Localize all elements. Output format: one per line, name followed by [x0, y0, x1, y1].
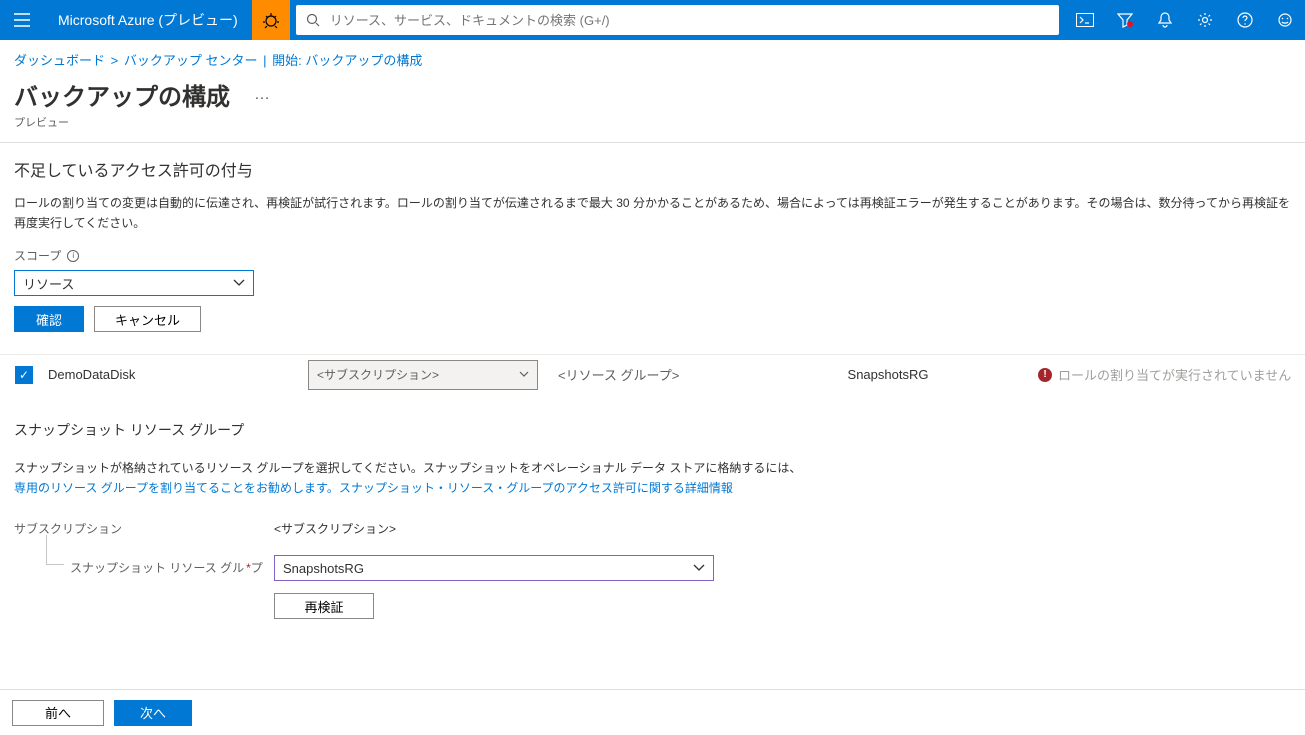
row-subscription-cell: <サブスクリプション>: [308, 360, 558, 390]
breadcrumb-backup-center[interactable]: バックアップ センター: [124, 53, 258, 68]
snapshot-rg-field: SnapshotsRG 再検証: [274, 555, 714, 619]
scope-label-text: スコープ: [14, 247, 61, 264]
row-subscription-value: <サブスクリプション>: [317, 366, 439, 383]
page-title: バックアップの構成: [14, 77, 230, 112]
row-snapshot-rg: SnapshotsRG: [738, 367, 1038, 382]
snapshot-rg-label: スナップショット リソース グル*プ: [14, 555, 274, 619]
row-name: DemoDataDisk: [48, 367, 308, 382]
cancel-button[interactable]: キャンセル: [94, 306, 201, 332]
row-status-text: ロールの割り当てが実行されていません: [1058, 365, 1291, 384]
breadcrumb-sep: >: [111, 53, 119, 68]
scope-select[interactable]: リソース: [14, 270, 254, 296]
menu-toggle[interactable]: [0, 0, 44, 40]
title-row: バックアップの構成 …: [0, 75, 1305, 114]
chevron-down-icon: [519, 371, 529, 378]
breadcrumb-dashboard[interactable]: ダッシュボード: [14, 53, 105, 68]
scope-label: スコープ i: [14, 247, 1291, 264]
snapshot-description: スナップショットが格納されているリソース グループを選択してください。スナップシ…: [14, 458, 1291, 498]
permissions-body: ロールの割り当ての変更は自動的に伝達され、再検証が試行されます。ロールの割り当て…: [14, 193, 1291, 233]
cloud-shell-icon[interactable]: [1065, 0, 1105, 40]
prev-button[interactable]: 前へ: [12, 700, 104, 726]
title-more-icon[interactable]: …: [254, 86, 272, 104]
top-icons: [1065, 0, 1305, 40]
row-checkbox[interactable]: ✓: [15, 366, 33, 384]
row-resource-group: <リソース グループ>: [558, 365, 738, 384]
row-status: ! ロールの割り当てが実行されていません: [1038, 365, 1291, 384]
subscription-label: サブスクリプション: [14, 516, 274, 537]
chevron-down-icon: [693, 564, 705, 572]
error-icon: !: [1038, 368, 1052, 382]
tree-line-icon: [46, 535, 64, 565]
breadcrumb-sep: |: [263, 53, 266, 68]
scope-value: リソース: [23, 274, 74, 293]
search-box[interactable]: [296, 5, 1059, 35]
snapshot-rg-select[interactable]: SnapshotsRG: [274, 555, 714, 581]
snapshot-rg-value: SnapshotsRG: [283, 561, 364, 576]
snapshot-desc-link[interactable]: 専用のリソース グループを割り当てることをお勧めします。スナップショット・リソー…: [14, 481, 733, 495]
resource-table: ✓ DemoDataDisk <サブスクリプション> <リソース グループ> S…: [0, 354, 1305, 394]
permissions-heading: 不足しているアクセス許可の付与: [14, 157, 1291, 181]
footer: 前へ 次へ: [0, 689, 1305, 735]
search-input[interactable]: [330, 13, 1059, 28]
notifications-icon[interactable]: [1145, 0, 1185, 40]
subscription-value: <サブスクリプション>: [274, 516, 396, 537]
snapshot-desc-text: スナップショットが格納されているリソース グループを選択してください。スナップシ…: [14, 461, 801, 475]
snapshot-rg-label-text: スナップショット リソース グル: [70, 561, 244, 575]
search-wrap: [290, 5, 1065, 35]
feedback-icon[interactable]: [1265, 0, 1305, 40]
breadcrumb: ダッシュボード > バックアップ センター | 開始: バックアップの構成: [0, 40, 1305, 75]
snapshot-rg-row: スナップショット リソース グル*プ SnapshotsRG 再検証: [14, 555, 1291, 619]
snapshot-section: スナップショット リソース グループ スナップショットが格納されているリソース …: [0, 394, 1305, 619]
settings-icon[interactable]: [1185, 0, 1225, 40]
permissions-section: 不足しているアクセス許可の付与 ロールの割り当ての変更は自動的に伝達され、再検証…: [0, 143, 1305, 332]
topbar: Microsoft Azure (プレビュー): [0, 0, 1305, 40]
info-icon[interactable]: i: [67, 250, 79, 262]
next-button[interactable]: 次へ: [114, 700, 192, 726]
search-icon: [296, 13, 330, 27]
perm-button-row: 確認 キャンセル: [14, 306, 1291, 332]
help-icon[interactable]: [1225, 0, 1265, 40]
row-subscription-select[interactable]: <サブスクリプション>: [308, 360, 538, 390]
page-subtitle: プレビュー: [0, 114, 1305, 142]
chevron-down-icon: [233, 279, 245, 287]
preview-bug-icon[interactable]: [252, 0, 290, 40]
subscription-row: サブスクリプション <サブスクリプション>: [14, 516, 1291, 537]
snapshot-heading: スナップショット リソース グループ: [14, 420, 1291, 440]
row-checkbox-cell: ✓: [0, 366, 48, 384]
table-row: ✓ DemoDataDisk <サブスクリプション> <リソース グループ> S…: [0, 354, 1305, 394]
filter-icon[interactable]: [1105, 0, 1145, 40]
revalidate-button[interactable]: 再検証: [274, 593, 374, 619]
confirm-button[interactable]: 確認: [14, 306, 84, 332]
brand-label: Microsoft Azure (プレビュー): [44, 10, 252, 30]
breadcrumb-configure[interactable]: 開始: バックアップの構成: [272, 53, 422, 68]
required-icon: *: [246, 561, 251, 575]
